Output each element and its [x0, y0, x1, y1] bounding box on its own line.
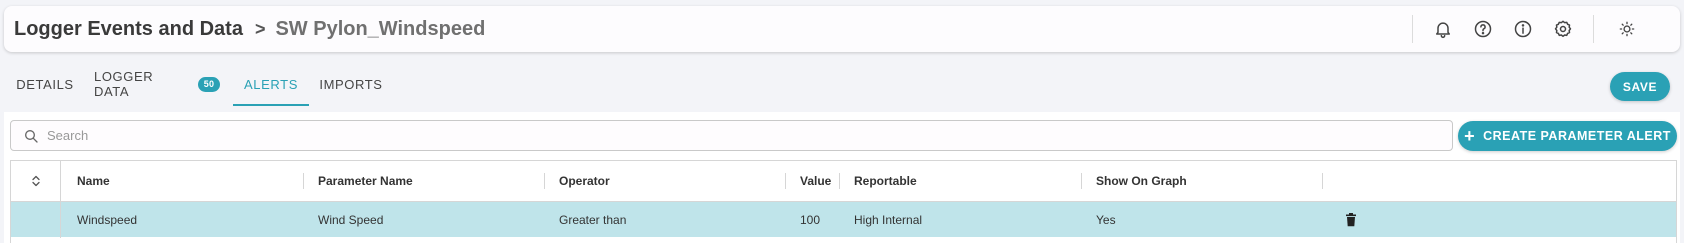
column-separator: [1322, 173, 1323, 189]
cell-show-on-graph: Yes: [1096, 213, 1116, 227]
sort-toggle[interactable]: [11, 161, 61, 201]
tab-details[interactable]: DETAILS: [12, 62, 78, 106]
column-separator: [785, 173, 786, 189]
create-parameter-alert-label: CREATE PARAMETER ALERT: [1483, 129, 1671, 143]
table-header: Name Parameter Name Operator Value Repor…: [11, 161, 1676, 201]
app-header: Logger Events and Data > SW Pylon_Windsp…: [4, 6, 1680, 52]
tab-details-label: DETAILS: [16, 76, 74, 92]
delete-row-button[interactable]: [1345, 202, 1357, 238]
column-separator: [1081, 173, 1082, 189]
header-divider: [1412, 15, 1413, 43]
info-icon[interactable]: [1511, 17, 1535, 41]
breadcrumb: Logger Events and Data > SW Pylon_Windsp…: [14, 6, 485, 52]
column-header-name[interactable]: Name: [77, 161, 110, 201]
tab-imports[interactable]: IMPORTS: [318, 62, 384, 106]
tab-alerts-label: ALERTS: [244, 76, 298, 92]
bell-icon[interactable]: [1431, 17, 1455, 41]
breadcrumb-separator: >: [254, 18, 266, 39]
search-box[interactable]: [10, 120, 1453, 151]
logger-data-count-badge: 50: [198, 76, 220, 92]
tab-imports-label: IMPORTS: [319, 76, 383, 92]
trash-icon: [1346, 213, 1356, 227]
column-separator: [839, 173, 840, 189]
breadcrumb-current: SW Pylon_Windspeed: [275, 17, 486, 40]
tab-logger-data[interactable]: LOGGER DATA 50: [94, 62, 220, 106]
alerts-table: Name Parameter Name Operator Value Repor…: [10, 160, 1677, 243]
header-divider: [1593, 15, 1594, 43]
cell-operator: Greater than: [559, 213, 627, 227]
cell-value: 100: [800, 213, 821, 227]
theme-toggle-icon[interactable]: [1615, 17, 1639, 41]
cell-name: Windspeed: [77, 213, 138, 227]
column-header-reportable[interactable]: Reportable: [854, 161, 917, 201]
tab-logger-data-label: LOGGER DATA: [94, 69, 154, 99]
table-row[interactable]: Windspeed Wind Speed Greater than 100 Hi…: [11, 201, 1676, 238]
save-button[interactable]: SAVE: [1610, 72, 1670, 101]
cell-parameter-name: Wind Speed: [318, 213, 384, 227]
column-header-parameter-name[interactable]: Parameter Name: [318, 161, 413, 201]
help-icon[interactable]: [1471, 17, 1495, 41]
gear-icon[interactable]: [1551, 17, 1575, 41]
column-separator: [544, 173, 545, 189]
breadcrumb-root[interactable]: Logger Events and Data: [14, 18, 243, 41]
column-header-value[interactable]: Value: [800, 161, 831, 201]
row-select-cell[interactable]: [11, 202, 61, 238]
create-parameter-alert-button[interactable]: + CREATE PARAMETER ALERT: [1458, 121, 1677, 151]
search-input[interactable]: [47, 128, 1427, 143]
search-icon: [25, 129, 38, 143]
tab-alerts[interactable]: ALERTS: [233, 62, 309, 106]
active-tab-indicator: [233, 104, 309, 106]
plus-icon: +: [1464, 126, 1476, 146]
column-header-show-on-graph[interactable]: Show On Graph: [1096, 161, 1187, 201]
column-separator: [303, 173, 304, 189]
sort-chevrons-icon: [31, 175, 40, 187]
column-header-operator[interactable]: Operator: [559, 161, 610, 201]
cell-reportable: High Internal: [854, 213, 923, 227]
